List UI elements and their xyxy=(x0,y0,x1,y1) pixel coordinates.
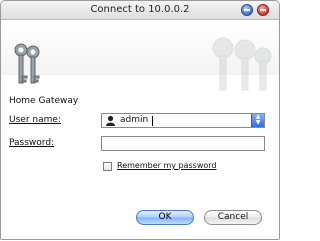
dialog-banner xyxy=(1,20,279,91)
close-button[interactable] xyxy=(257,4,269,16)
ok-button[interactable]: OK xyxy=(136,210,194,225)
login-dialog: Connect to 10.0.0.2 Home Gateway User na… xyxy=(0,0,280,240)
username-label-text: User name: xyxy=(9,115,61,125)
keys-watermark-icon xyxy=(212,37,272,91)
remember-password-checkbox[interactable] xyxy=(103,162,112,171)
minimize-button[interactable] xyxy=(241,4,253,16)
minimize-icon xyxy=(244,9,250,11)
username-value: admin xyxy=(120,115,149,125)
password-label: Password: xyxy=(9,138,54,148)
window-title: Connect to 10.0.0.2 xyxy=(90,4,190,15)
user-icon xyxy=(106,115,115,126)
password-input[interactable] xyxy=(101,136,265,151)
combobox-arrows-icon[interactable]: ▲ ▼ xyxy=(251,114,264,127)
realm-heading: Home Gateway xyxy=(9,96,79,106)
close-icon xyxy=(260,9,266,11)
password-label-text: Password: xyxy=(9,138,55,148)
remember-password-label[interactable]: Remember my password xyxy=(117,161,217,170)
username-combobox[interactable]: admin ▲ ▼ xyxy=(101,113,265,128)
text-caret xyxy=(152,116,153,126)
username-label: User name: xyxy=(9,115,61,125)
keys-icon xyxy=(14,43,40,84)
cancel-button[interactable]: Cancel xyxy=(204,210,262,225)
titlebar: Connect to 10.0.0.2 xyxy=(1,1,279,20)
